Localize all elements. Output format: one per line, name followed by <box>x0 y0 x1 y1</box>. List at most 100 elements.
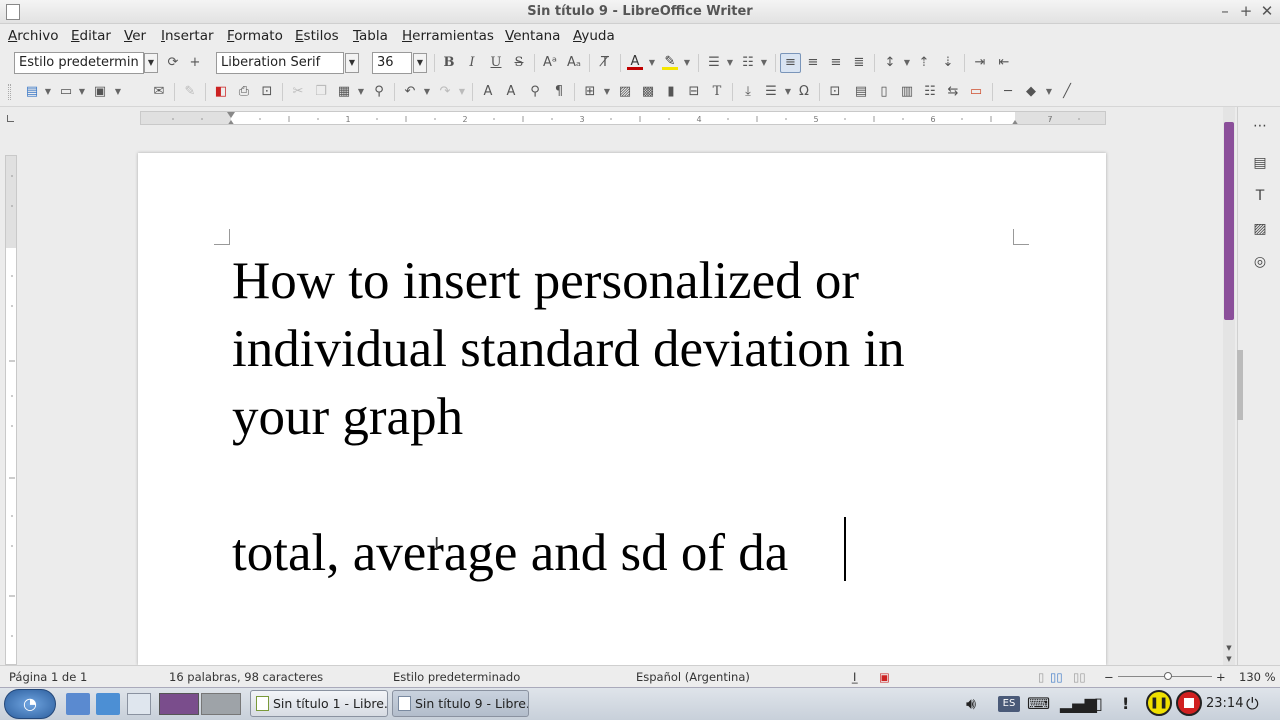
edit-mode-icon[interactable]: ✎ <box>182 84 198 100</box>
pause-recording-icon[interactable]: ❚❚ <box>1146 690 1172 716</box>
menu-tabla[interactable]: Tabla <box>353 28 388 44</box>
task-sin-titulo-1[interactable]: Sin título 1 - Libre... <box>250 690 388 717</box>
insert-chart-icon[interactable]: ▮ <box>663 84 679 100</box>
draw-functions-icon[interactable]: ╱ <box>1059 84 1075 100</box>
volume-icon[interactable]: 🔊︎ <box>966 694 976 714</box>
power-icon[interactable]: ⏻ <box>1246 694 1259 714</box>
clock[interactable]: 23:14 <box>1206 696 1243 711</box>
paste-dropdown-icon[interactable]: ▼ <box>357 84 365 100</box>
zoom-out-icon[interactable]: − <box>1104 670 1114 684</box>
formatting-marks-icon[interactable]: ¶ <box>551 84 567 100</box>
bullet-list-dropdown-icon[interactable]: ▼ <box>726 55 734 71</box>
numbered-list-icon[interactable]: ☷ <box>740 55 756 71</box>
footnote-icon[interactable]: ▤ <box>853 84 869 100</box>
document-text-line[interactable]: How to insert personalized or <box>232 255 859 308</box>
decrease-spacing-icon[interactable]: ⇣ <box>940 55 956 71</box>
paragraph-style-dropdown[interactable]: ▼ <box>144 53 158 73</box>
multi-page-view-icon[interactable]: ▯▯ <box>1050 670 1063 684</box>
keyboard-icon[interactable]: ⌨ <box>1027 694 1050 713</box>
insert-mode-icon[interactable]: I̲ <box>853 670 856 684</box>
align-right-icon[interactable]: ≡ <box>828 55 844 71</box>
font-name-box[interactable]: Liberation Serif <box>216 52 344 74</box>
clone-formatting-icon[interactable]: ⚲ <box>371 84 387 100</box>
document-text-line[interactable]: total, average and sd of da <box>232 527 788 580</box>
task-sin-titulo-9[interactable]: Sin título 9 - Libre... <box>392 690 529 717</box>
menu-archivo[interactable]: Archivo <box>8 28 58 44</box>
file-manager-icon[interactable] <box>66 693 90 715</box>
font-color-dropdown-icon[interactable]: ▼ <box>648 55 656 71</box>
bold-icon[interactable]: B <box>441 55 457 71</box>
paste-icon[interactable]: ▦ <box>336 84 352 100</box>
menu-ver[interactable]: Ver <box>124 28 146 44</box>
cross-ref-arrow-icon[interactable]: ⇆ <box>945 84 961 100</box>
sidebar-menu-icon[interactable]: ⋯ <box>1252 118 1268 134</box>
font-size-box[interactable]: 36 <box>372 52 412 74</box>
font-size-dropdown[interactable]: ▼ <box>413 53 427 73</box>
save-icon[interactable]: ▣ <box>92 84 108 100</box>
book-view-icon[interactable]: ▯▯ <box>1073 670 1086 684</box>
subscript-icon[interactable]: Aₐ <box>566 55 582 71</box>
word-count[interactable]: 16 palabras, 98 caracteres <box>169 670 323 684</box>
special-character-icon[interactable]: Ω <box>796 84 812 100</box>
font-color-icon[interactable]: A <box>627 54 643 70</box>
maximize-button[interactable]: + <box>1237 2 1255 20</box>
track-changes-icon[interactable]: ☷ <box>922 84 938 100</box>
notification-icon[interactable]: ! <box>1122 694 1129 713</box>
print-preview-icon[interactable]: ⊡ <box>259 84 275 100</box>
print-icon[interactable]: ⎙ <box>236 84 252 100</box>
cross-reference-icon[interactable]: ▥ <box>899 84 915 100</box>
stop-recording-icon[interactable] <box>1176 690 1202 716</box>
highlight-color-icon[interactable]: ✎ <box>662 54 678 70</box>
increase-spacing-icon[interactable]: ⇡ <box>916 55 932 71</box>
update-style-icon[interactable]: ⟳ <box>165 55 181 71</box>
vertical-ruler[interactable] <box>5 155 17 665</box>
page-break-icon[interactable]: ⤓ <box>740 84 756 100</box>
field-dropdown-icon[interactable]: ▼ <box>784 84 792 100</box>
font-name-dropdown[interactable]: ▼ <box>345 53 359 73</box>
paragraph-style-box[interactable]: Estilo predetermin <box>14 52 144 74</box>
shapes-dropdown-icon[interactable]: ▼ <box>1045 84 1053 100</box>
decrease-indent-icon[interactable]: ⇤ <box>996 55 1012 71</box>
insert-special-table-icon[interactable]: ⊟ <box>686 84 702 100</box>
hyperlink-icon[interactable]: ⊡ <box>827 84 843 100</box>
clear-formatting-icon[interactable]: T̸ <box>597 55 613 71</box>
zoom-in-icon[interactable]: + <box>1216 670 1226 684</box>
workspace-1[interactable] <box>159 693 199 715</box>
line-spacing-icon[interactable]: ↕ <box>882 55 898 71</box>
scroll-down-arrow-icon[interactable]: ▼ <box>1224 655 1234 665</box>
menu-ayuda[interactable]: Ayuda <box>573 28 615 44</box>
insert-table-icon[interactable]: ⊞ <box>582 84 598 100</box>
bullet-list-icon[interactable]: ☰ <box>706 55 722 71</box>
menu-ventana[interactable]: Ventana <box>505 28 560 44</box>
find-replace-icon[interactable]: A <box>480 84 496 100</box>
page-count[interactable]: Página 1 de 1 <box>9 670 87 684</box>
insert-field-icon[interactable]: ☰ <box>763 84 779 100</box>
redo-dropdown-icon[interactable]: ▼ <box>458 84 466 100</box>
comment-icon[interactable]: ▭ <box>968 84 984 100</box>
menu-formato[interactable]: Formato <box>227 28 283 44</box>
line-spacing-dropdown-icon[interactable]: ▼ <box>903 55 911 71</box>
text-language[interactable]: Español (Argentina) <box>636 670 750 684</box>
cut-icon[interactable]: ✂ <box>290 84 306 100</box>
workspace-2[interactable] <box>201 693 241 715</box>
show-desktop-icon[interactable] <box>127 693 151 715</box>
zoom-slider-knob[interactable] <box>1164 672 1172 680</box>
bookmark-icon[interactable]: ▯ <box>876 84 892 100</box>
minimize-button[interactable]: – <box>1216 2 1234 20</box>
superscript-icon[interactable]: Aᵃ <box>542 55 558 71</box>
single-page-view-icon[interactable]: ▯ <box>1038 670 1044 684</box>
export-pdf-icon[interactable]: ◧ <box>213 84 229 100</box>
zoom-icon[interactable]: ⚲ <box>527 84 543 100</box>
menu-estilos[interactable]: Estilos <box>295 28 339 44</box>
menu-editar[interactable]: Editar <box>71 28 111 44</box>
sidebar-navigator-icon[interactable]: ◎ <box>1252 254 1268 270</box>
network-signal-icon[interactable]: ▂▄▆ <box>1060 694 1097 713</box>
document-text-line[interactable]: individual standard deviation in <box>232 323 905 376</box>
save-dropdown-icon[interactable]: ▼ <box>114 84 122 100</box>
open-folder-icon[interactable]: ▭ <box>58 84 74 100</box>
copy-icon[interactable]: ❐ <box>313 84 329 100</box>
spelling-icon[interactable]: A <box>503 84 519 100</box>
sidebar-properties-icon[interactable]: ▤ <box>1252 155 1268 171</box>
scroll-down-arrow-icon[interactable]: ▼ <box>1224 644 1234 654</box>
battery-icon[interactable]: ▯ <box>1094 694 1103 713</box>
